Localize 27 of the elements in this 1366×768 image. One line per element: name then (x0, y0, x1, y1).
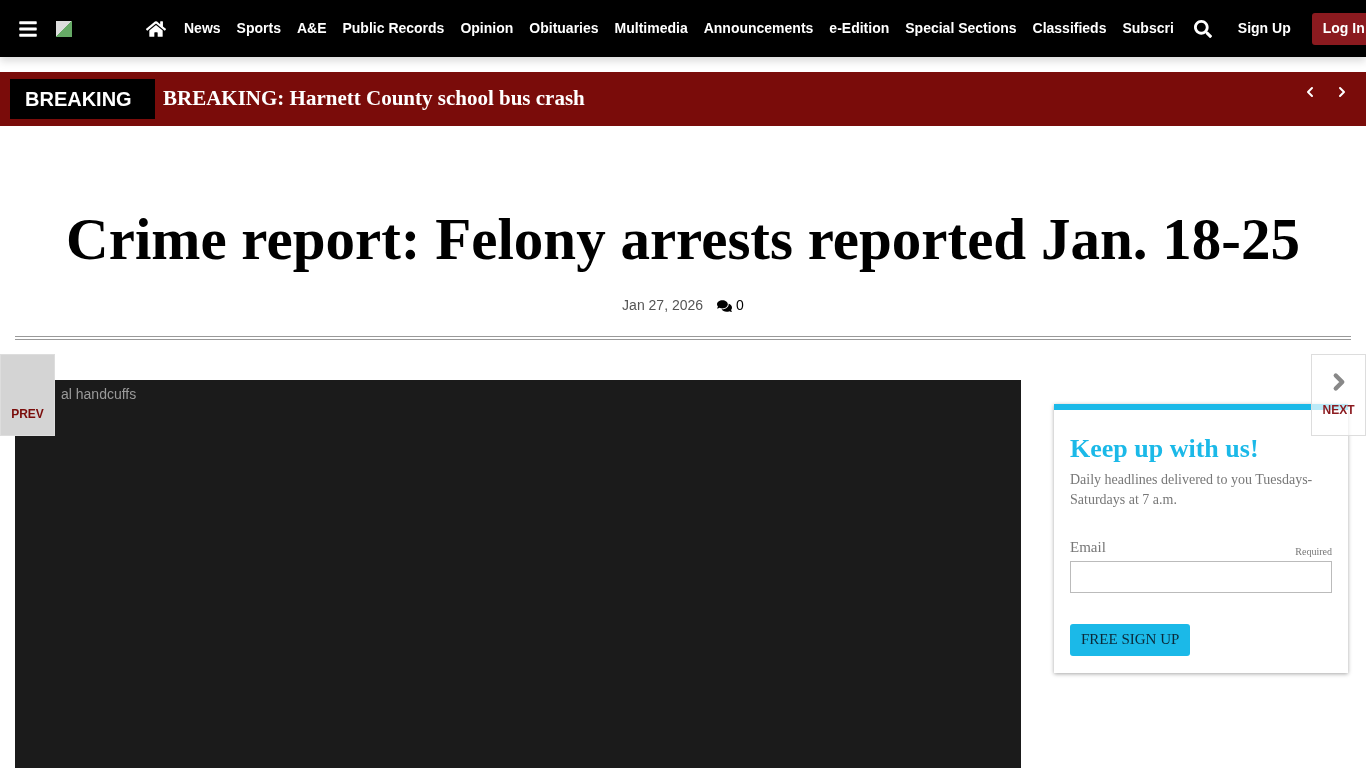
nav-link[interactable]: Sports (228, 18, 289, 39)
comment-count[interactable]: 0 (717, 295, 744, 316)
article-date: Jan 27, 2026 (622, 296, 704, 315)
nav-link[interactable]: Subscri (1114, 18, 1182, 39)
log-in-button[interactable]: Log In (1311, 12, 1366, 45)
next-button[interactable]: NEXT (1311, 354, 1366, 436)
nav-link[interactable]: Announcements (695, 18, 822, 39)
nav-link[interactable]: Classifieds (1024, 18, 1115, 39)
nav-link[interactable]: News (176, 18, 229, 39)
free-sign-up-button[interactable]: FREE SIGN UP (1070, 623, 1191, 656)
article-title: Crime report: Felony arrests reported Jan. 18-25 (65, 205, 1301, 274)
required-note: Required (1295, 544, 1332, 559)
breaking-label: BREAKING (10, 79, 155, 119)
nav-link[interactable]: Multimedia (606, 18, 696, 39)
nav-link[interactable]: e-Edition (821, 18, 898, 39)
prev-button[interactable]: PREV (0, 354, 55, 436)
image-alt-text: al handcuffs (61, 386, 137, 402)
nav-link[interactable]: Public Records (334, 18, 453, 39)
nav-link[interactable]: Special Sections (897, 18, 1025, 39)
signup-title: Keep up with us! (1070, 434, 1260, 464)
nav-link[interactable]: A&E (288, 18, 335, 39)
nav-link[interactable]: Opinion (452, 18, 522, 39)
breaking-headline[interactable]: BREAKING: Harnett County school bus crash (163, 83, 585, 115)
nav-link[interactable]: Obituaries (521, 18, 607, 39)
sign-up-link[interactable]: Sign Up (1237, 18, 1291, 39)
email-label: Email (1070, 538, 1106, 557)
signup-description: Daily headlines delivered to you Tuesdays-Saturdays at 7 a.m. (1070, 471, 1314, 509)
